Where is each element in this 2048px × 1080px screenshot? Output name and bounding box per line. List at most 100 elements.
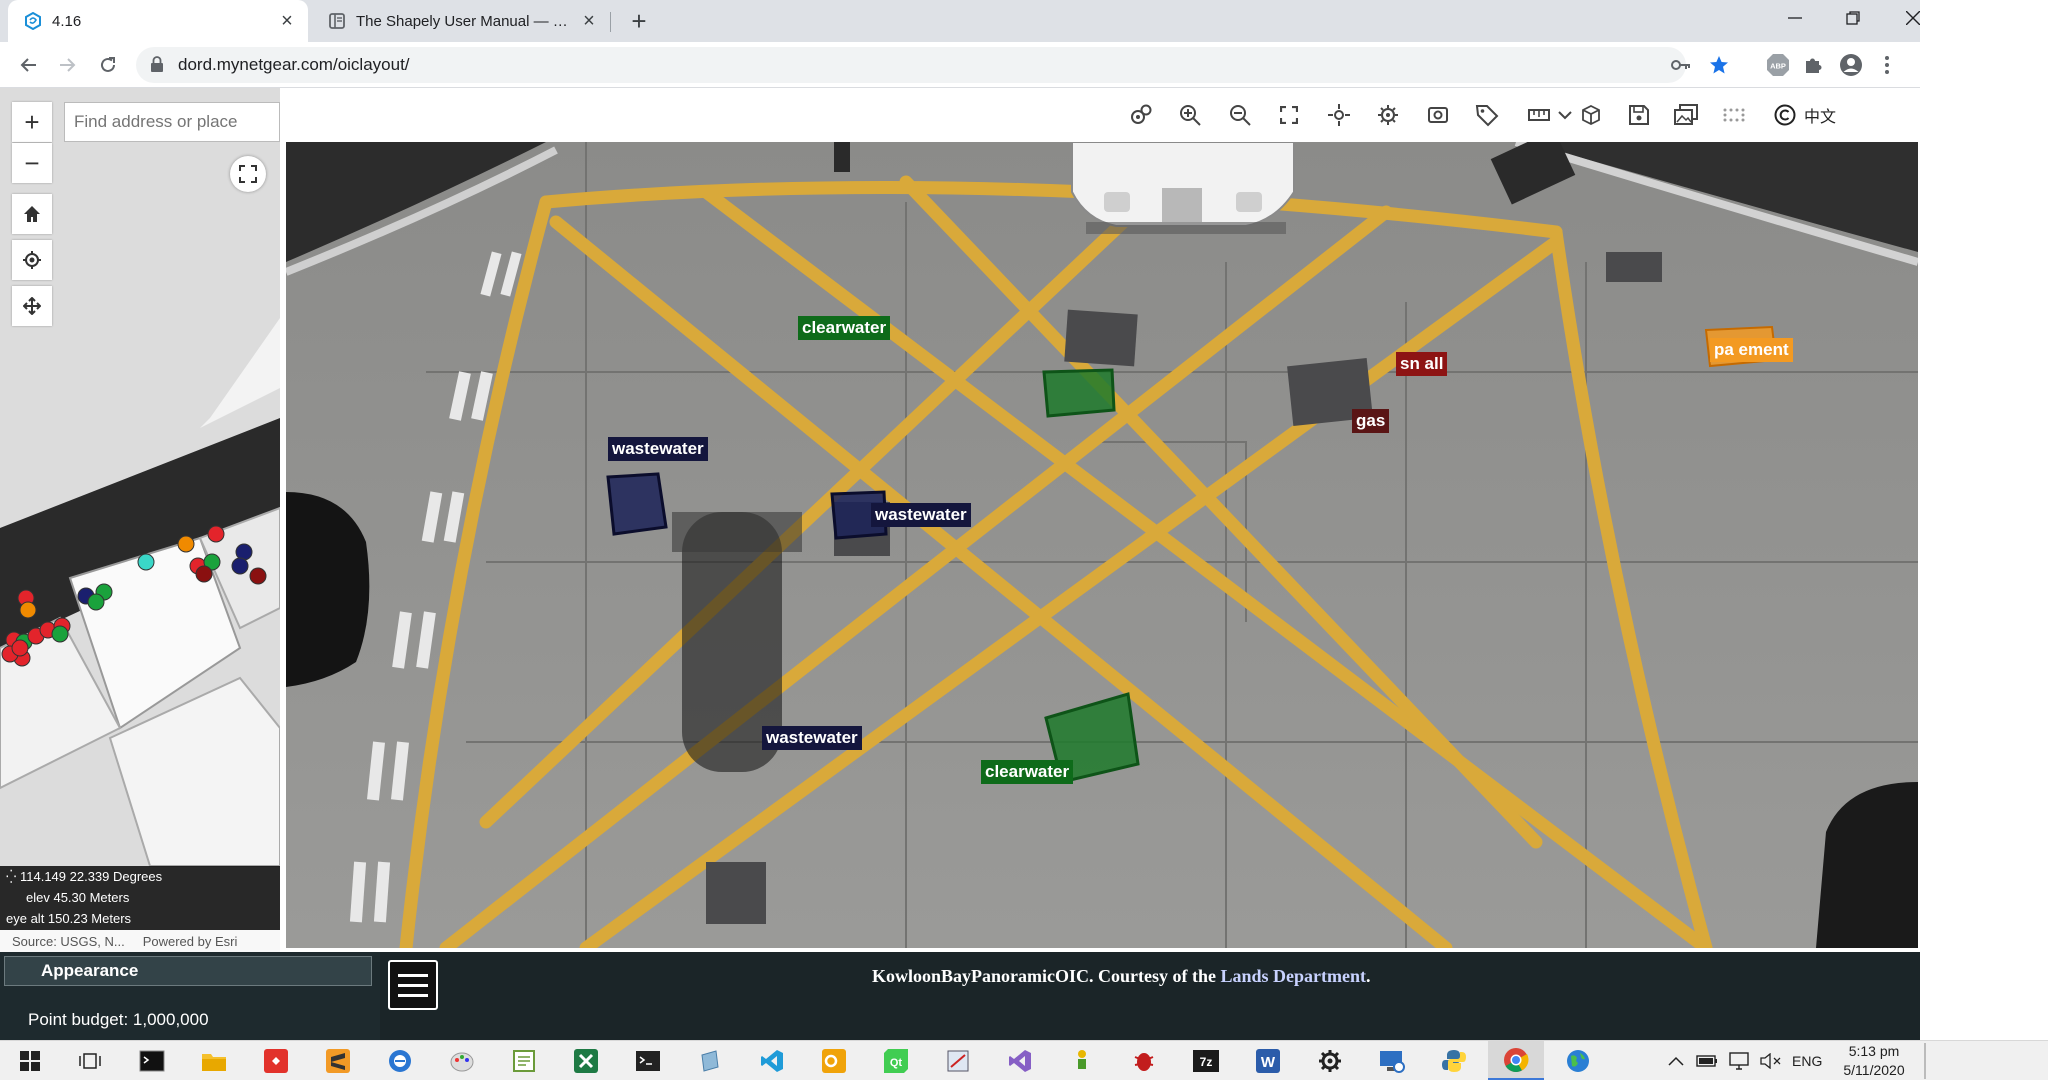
word-icon[interactable]: W: [1240, 1041, 1296, 1080]
key-icon[interactable]: [1670, 54, 1692, 76]
powered-by-esri-link[interactable]: Powered by Esri: [125, 934, 238, 949]
adblock-plus-icon[interactable]: ABP: [1765, 52, 1791, 78]
annotation-label[interactable]: wastewater: [762, 726, 862, 750]
pan-icon[interactable]: [12, 286, 52, 326]
annotation-label[interactable]: pa ement: [1710, 338, 1793, 362]
close-tab-icon[interactable]: ×: [274, 8, 300, 34]
extensions-puzzle-icon[interactable]: [1800, 52, 1826, 78]
zoom-in-button[interactable]: +: [12, 102, 52, 142]
overview-map[interactable]: + − ⁛ 114.149 22.339 Degrees elev 45.30 …: [0, 88, 280, 952]
task-view-icon[interactable]: [62, 1041, 118, 1080]
annotation-label[interactable]: wastewater: [608, 437, 708, 461]
sublime-icon[interactable]: [310, 1041, 366, 1080]
measure-ruler-icon[interactable]: [1526, 102, 1552, 128]
show-desktop-button[interactable]: [1924, 1043, 1926, 1079]
map-marker[interactable]: [231, 557, 249, 575]
volume-muted-icon[interactable]: [1760, 1041, 1782, 1080]
map-fullscreen-icon[interactable]: [230, 156, 266, 192]
notebook-icon[interactable]: [682, 1041, 738, 1080]
close-window-icon[interactable]: [1884, 0, 1942, 36]
hamburger-menu-button[interactable]: [388, 960, 438, 1010]
map-marker[interactable]: [19, 601, 37, 619]
figure-app-icon[interactable]: [1054, 1041, 1110, 1080]
home-icon[interactable]: [12, 194, 52, 234]
minimize-icon[interactable]: [1766, 0, 1824, 36]
camera-icon[interactable]: [1425, 102, 1451, 128]
appearance-header[interactable]: Appearance: [4, 956, 372, 986]
move-center-icon[interactable]: [1326, 102, 1352, 128]
language-indicator[interactable]: ENG: [1792, 1041, 1822, 1080]
dropdown-chevron-icon[interactable]: [1552, 102, 1578, 128]
zoom-in-icon[interactable]: [1177, 102, 1203, 128]
copyright-icon[interactable]: [1772, 102, 1798, 128]
dots-grid-icon[interactable]: [1723, 102, 1749, 128]
cube-icon[interactable]: [1578, 102, 1604, 128]
tab-inactive[interactable]: The Shapely User Manual — Sha ×: [312, 0, 610, 42]
tray-chevron-icon[interactable]: [1668, 1041, 1684, 1080]
reload-icon[interactable]: [92, 49, 124, 81]
lands-department-link[interactable]: Lands Department: [1220, 966, 1366, 986]
paint-icon[interactable]: [434, 1041, 490, 1080]
bookmark-star-icon[interactable]: [1708, 54, 1730, 76]
lock-icon[interactable]: [150, 56, 164, 78]
7zip-icon[interactable]: 7z: [1178, 1041, 1234, 1080]
map-marker[interactable]: [177, 535, 195, 553]
map-marker[interactable]: [51, 625, 69, 643]
map-marker[interactable]: [249, 567, 267, 585]
profile-avatar-icon[interactable]: [1838, 52, 1864, 78]
network-icon[interactable]: [1728, 1041, 1750, 1080]
map-marker[interactable]: [195, 565, 213, 583]
file-explorer-icon[interactable]: [186, 1041, 242, 1080]
chrome-icon[interactable]: [1488, 1041, 1544, 1080]
annotation-label[interactable]: clearwater: [981, 760, 1074, 784]
annotation-label[interactable]: gas: [1352, 409, 1390, 433]
address-bar[interactable]: dord.mynetgear.com/oiclayout/: [136, 47, 1728, 83]
battery-icon[interactable]: [1696, 1041, 1718, 1080]
map-marker[interactable]: [11, 639, 29, 657]
zoom-out-button[interactable]: −: [12, 143, 52, 183]
restore-icon[interactable]: [1824, 0, 1882, 36]
settings-cogs-icon[interactable]: [1128, 102, 1154, 128]
map-marker[interactable]: [235, 543, 253, 561]
edge-icon[interactable]: [372, 1041, 428, 1080]
anydesk-icon[interactable]: [248, 1041, 304, 1080]
start-icon[interactable]: [2, 1041, 58, 1080]
outlook-icon[interactable]: [806, 1041, 862, 1080]
excel-icon[interactable]: [558, 1041, 614, 1080]
new-tab-button[interactable]: +: [624, 6, 654, 36]
visual-studio-icon[interactable]: [992, 1041, 1048, 1080]
notepad-plus-icon[interactable]: [496, 1041, 552, 1080]
globe-app-icon[interactable]: [1550, 1041, 1606, 1080]
cmd-icon[interactable]: [124, 1041, 180, 1080]
street-panorama-image[interactable]: [286, 142, 1918, 948]
forward-icon[interactable]: [52, 49, 84, 81]
qt-icon[interactable]: Qt: [868, 1041, 924, 1080]
panorama-viewer[interactable]: clearwater sn all gas pa ement wastewate…: [286, 142, 1918, 948]
save-icon[interactable]: [1626, 102, 1652, 128]
python-icon[interactable]: [1426, 1041, 1482, 1080]
browser-menu-icon[interactable]: [1874, 52, 1900, 78]
tag-icon[interactable]: [1474, 102, 1500, 128]
terminal-icon[interactable]: [620, 1041, 676, 1080]
map-marker[interactable]: [87, 593, 105, 611]
annotation-label[interactable]: wastewater: [871, 503, 971, 527]
locate-icon[interactable]: [12, 240, 52, 280]
annotation-label[interactable]: sn all: [1396, 352, 1448, 376]
images-icon[interactable]: [1673, 102, 1699, 128]
zoom-out-icon[interactable]: [1227, 102, 1253, 128]
fit-view-icon[interactable]: [1276, 102, 1302, 128]
annotation-label[interactable]: clearwater: [798, 316, 891, 340]
map-marker[interactable]: [137, 553, 155, 571]
close-tab-icon[interactable]: ×: [576, 8, 602, 34]
back-icon[interactable]: [12, 49, 44, 81]
map-marker[interactable]: [207, 525, 225, 543]
map-search-input[interactable]: [64, 102, 280, 142]
tab-active[interactable]: 4.16 ×: [8, 0, 308, 42]
gear-icon[interactable]: [1375, 102, 1401, 128]
language-toggle[interactable]: 中文: [1800, 102, 1840, 128]
settings-icon[interactable]: [1302, 1041, 1358, 1080]
system-clock[interactable]: 5:13 pm 5/11/2020: [1830, 1041, 1918, 1080]
remote-desktop-icon[interactable]: [1364, 1041, 1420, 1080]
vscode-icon[interactable]: [744, 1041, 800, 1080]
bug-app-icon[interactable]: [1116, 1041, 1172, 1080]
